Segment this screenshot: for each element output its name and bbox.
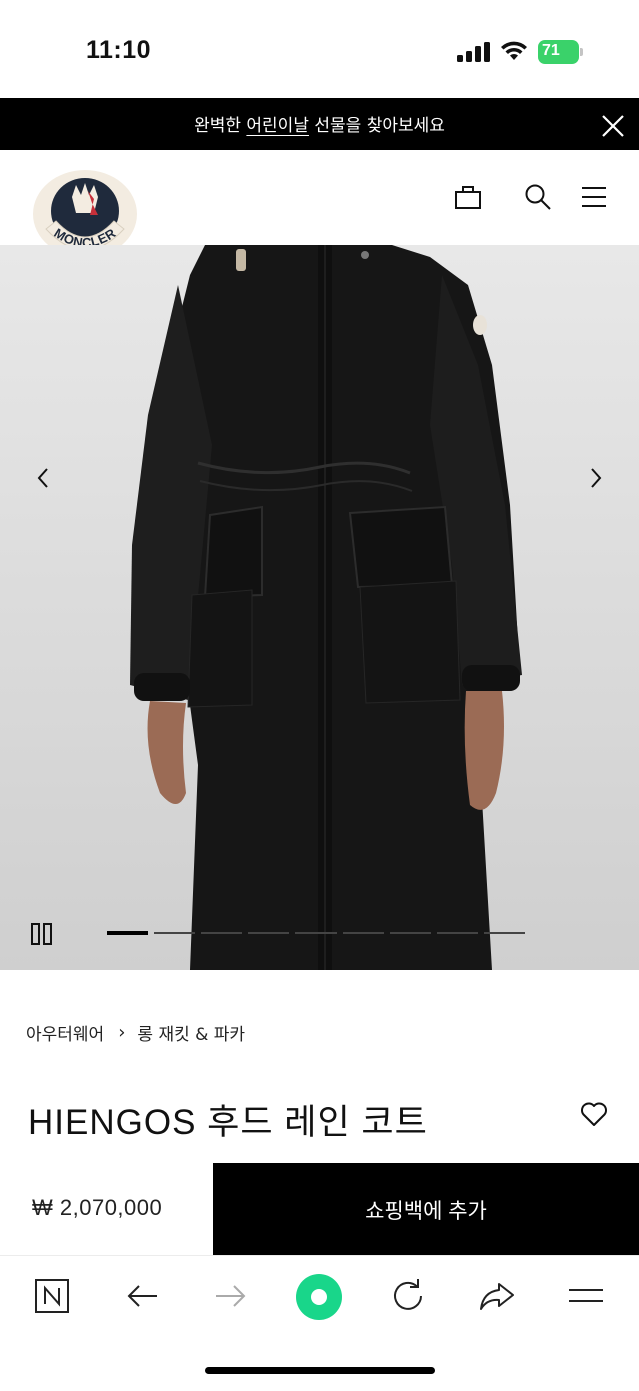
promo-banner: 완벽한 어린이날 선물을 찾아보세요 (0, 98, 639, 150)
product-title: HIENGOS 후드 레인 코트 (28, 1103, 428, 1142)
add-to-bag-button[interactable]: 쇼핑백에 추가 (213, 1163, 639, 1255)
bag-icon[interactable] (452, 181, 484, 213)
cellular-signal-icon (457, 42, 490, 62)
product-image (130, 245, 522, 970)
wishlist-heart-icon[interactable] (580, 1101, 608, 1127)
add-to-bag-label: 쇼핑백에 추가 (365, 1200, 487, 1223)
naver-home-icon[interactable] (32, 1276, 72, 1316)
share-icon[interactable] (477, 1276, 517, 1316)
gallery-dot[interactable] (342, 932, 384, 934)
green-circle-icon[interactable] (295, 1273, 343, 1321)
price-display: ₩ 2,070,000 (0, 1163, 213, 1255)
promo-text-after: 선물을 찾아보세요 (308, 116, 445, 136)
forward-arrow-icon[interactable] (211, 1276, 251, 1316)
status-time: 11:10 (86, 36, 152, 64)
gallery-dot[interactable] (436, 932, 478, 934)
gallery-dot[interactable] (248, 932, 290, 934)
pause-icon[interactable] (30, 922, 54, 946)
gallery-dot[interactable] (201, 932, 243, 934)
chevron-right-icon: › (118, 1022, 126, 1043)
wifi-icon (501, 41, 527, 60)
gallery-dot[interactable] (107, 931, 149, 935)
breadcrumb: 아우터웨어 › 롱 재킷 & 파카 (26, 1020, 245, 1045)
gallery-progress-indicator[interactable] (107, 931, 531, 935)
close-icon[interactable] (600, 113, 626, 139)
product-price: ₩ 2,070,000 (32, 1195, 163, 1220)
status-bar: 11:10 71 (0, 0, 639, 98)
prev-image-arrow-icon[interactable] (31, 463, 55, 493)
breadcrumb-item[interactable]: 롱 재킷 & 파카 (137, 1020, 245, 1045)
menu-icon[interactable] (578, 181, 610, 213)
gallery-dot[interactable] (389, 932, 431, 934)
search-icon[interactable] (522, 181, 554, 213)
battery-icon: 71 (538, 40, 584, 64)
gallery-dot[interactable] (483, 932, 525, 934)
gallery-dot[interactable] (295, 932, 337, 934)
product-image-gallery[interactable] (0, 245, 639, 970)
promo-text: 완벽한 어린이날 선물을 찾아보세요 (0, 111, 639, 136)
promo-link[interactable]: 어린이날 (246, 116, 309, 136)
refresh-icon[interactable] (388, 1276, 428, 1316)
next-image-arrow-icon[interactable] (584, 463, 608, 493)
menu-lines-icon[interactable] (566, 1276, 606, 1316)
gallery-dot[interactable] (154, 932, 196, 934)
breadcrumb-item[interactable]: 아우터웨어 (26, 1020, 104, 1045)
battery-level: 71 (542, 42, 560, 59)
promo-text-before: 완벽한 (194, 116, 247, 136)
back-arrow-icon[interactable] (122, 1276, 162, 1316)
home-indicator (205, 1367, 435, 1374)
